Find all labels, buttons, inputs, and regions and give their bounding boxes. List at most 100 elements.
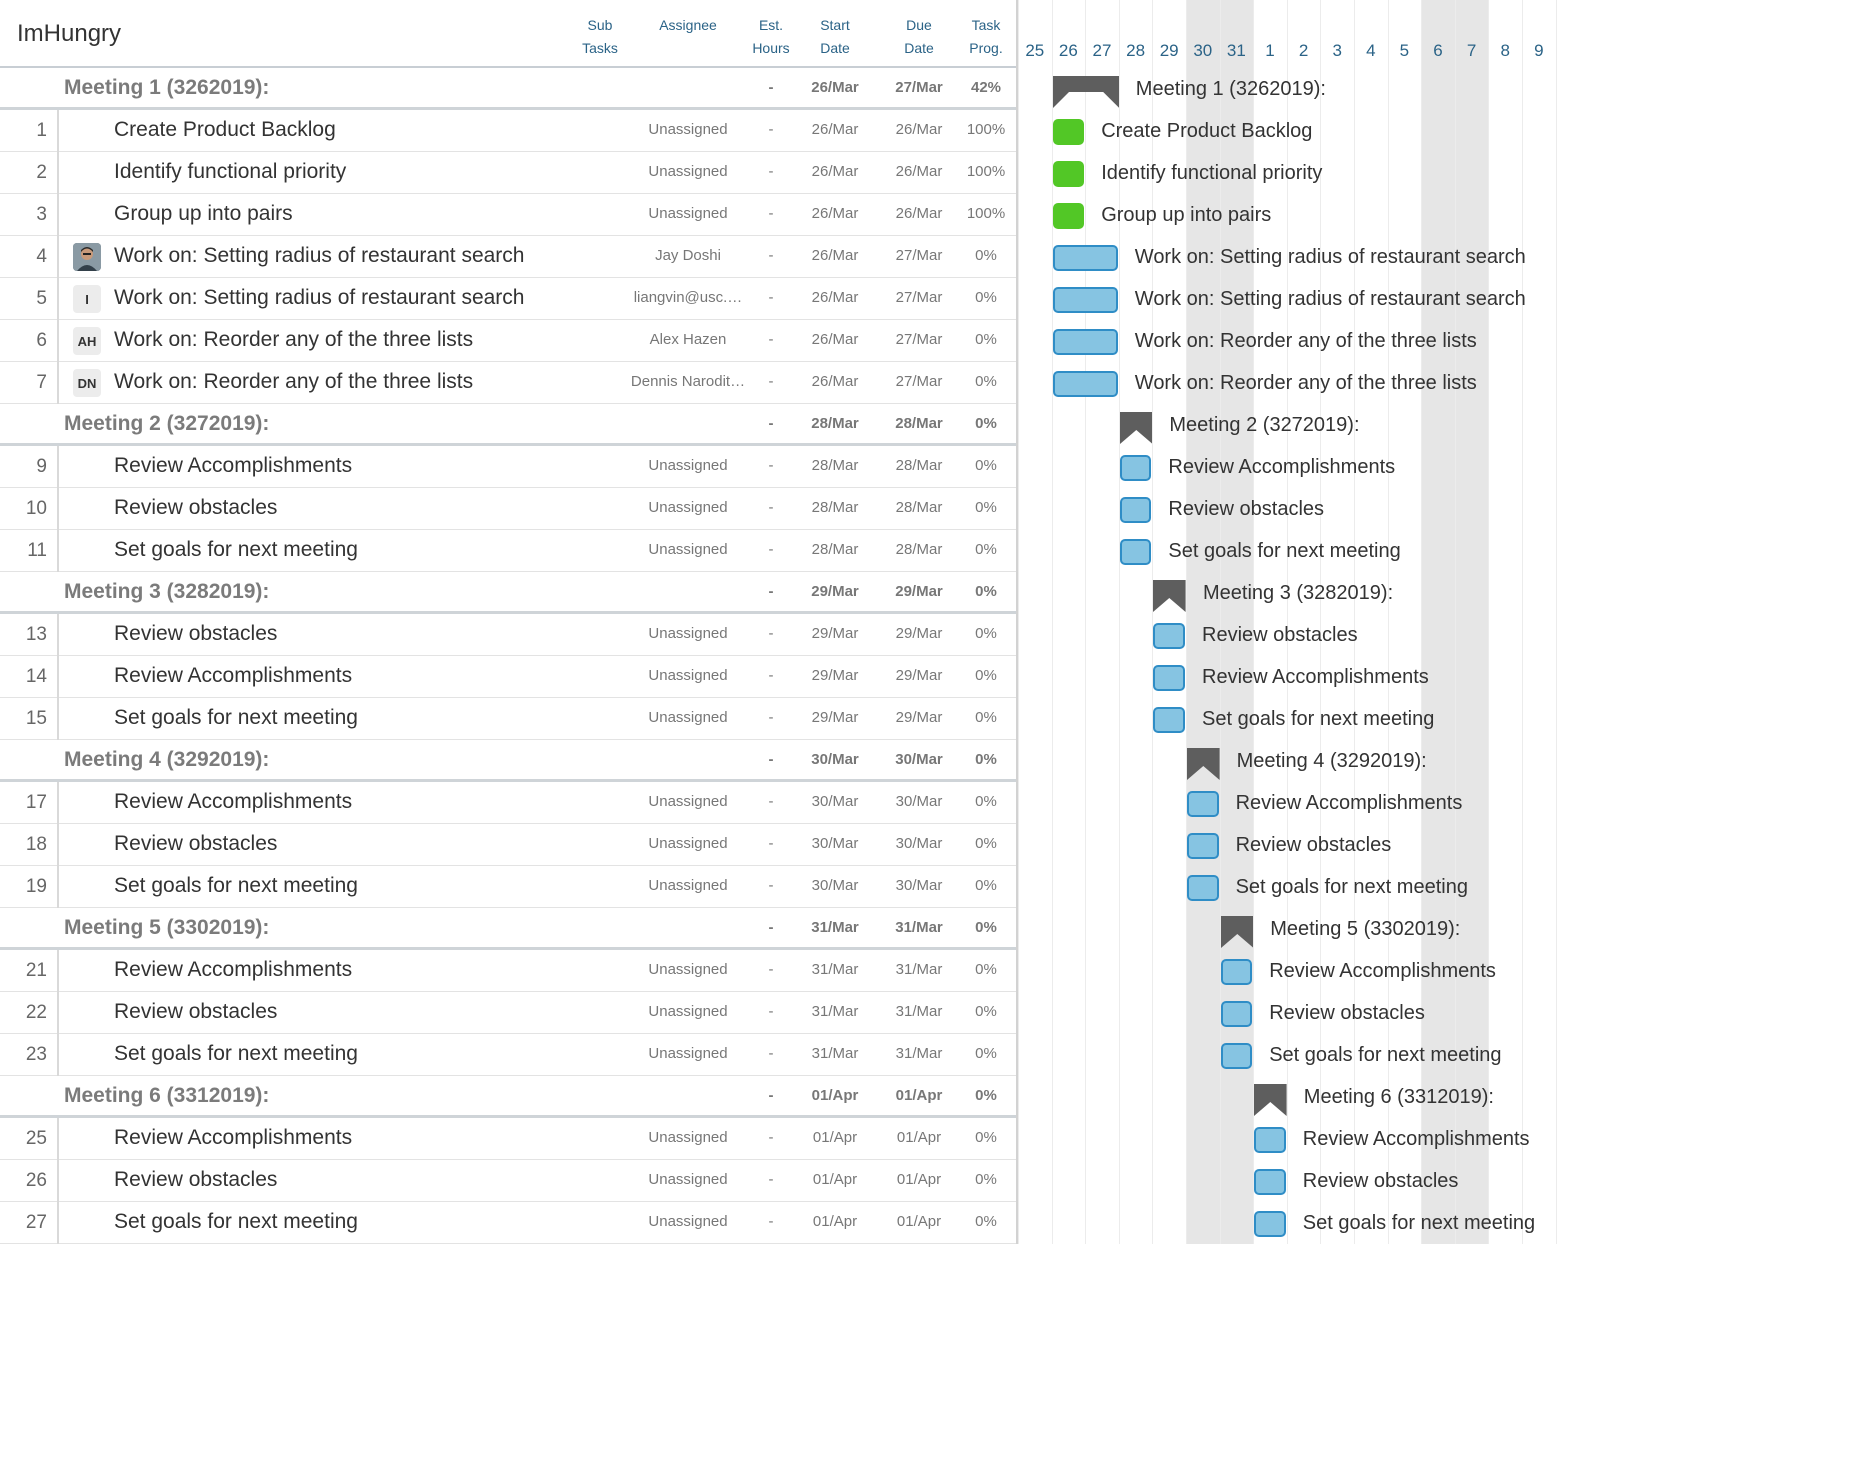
start-date-cell[interactable]: 29/Mar	[800, 625, 870, 642]
progress-cell[interactable]: 0%	[956, 331, 1016, 348]
due-date-cell[interactable]: 29/Mar	[884, 625, 954, 642]
start-date-cell[interactable]: 26/Mar	[800, 289, 870, 306]
hours-cell[interactable]: -	[752, 667, 790, 684]
avatar[interactable]: DN	[73, 369, 101, 397]
task-bar[interactable]	[1220, 959, 1253, 985]
table-row[interactable]: 7 DN Work on: Reorder any of the three lis…	[0, 362, 1016, 404]
due-date-cell[interactable]: 28/Mar	[884, 415, 954, 432]
hours-cell[interactable]: -	[752, 709, 790, 726]
group-row[interactable]: Meeting 3 (3282019): -29/Mar 29/Mar 0%	[0, 572, 1016, 614]
table-row[interactable]: 6 AH Work on: Reorder any of the three lis…	[0, 320, 1016, 362]
task-name[interactable]: Set goals for next meeting	[114, 1042, 358, 1066]
group-name[interactable]: Meeting 5 (3302019):	[64, 916, 269, 940]
progress-cell[interactable]: 42%	[956, 79, 1016, 96]
progress-cell[interactable]: 100%	[956, 121, 1016, 138]
start-date-cell[interactable]: 29/Mar	[800, 583, 870, 600]
start-date-cell[interactable]: 26/Mar	[800, 79, 870, 96]
table-row[interactable]: 23 Set goals for next meeting Unassigned -3…	[0, 1034, 1016, 1076]
task-bar[interactable]	[1254, 1211, 1286, 1237]
hours-cell[interactable]: -	[752, 877, 790, 894]
hours-cell[interactable]: -	[752, 793, 790, 810]
column-header-progress[interactable]: Task Prog.	[956, 14, 1016, 60]
table-row[interactable]: 26 Review obstacles Unassigned -01/Apr 01/Ap…	[0, 1160, 1016, 1202]
task-bar[interactable]	[1119, 539, 1152, 565]
due-date-cell[interactable]: 30/Mar	[884, 793, 954, 810]
task-name[interactable]: Review Accomplishments	[114, 1126, 352, 1150]
table-row[interactable]: 25 Review Accomplishments Unassigned -01/Ap…	[0, 1118, 1016, 1160]
due-date-cell[interactable]: 31/Mar	[884, 961, 954, 978]
task-name[interactable]: Review Accomplishments	[114, 454, 352, 478]
progress-cell[interactable]: 0%	[956, 499, 1016, 516]
table-row[interactable]: 19 Set goals for next meeting Unassigned -3…	[0, 866, 1016, 908]
due-date-cell[interactable]: 29/Mar	[884, 667, 954, 684]
start-date-cell[interactable]: 30/Mar	[800, 877, 870, 894]
assignee-cell[interactable]: Alex Hazen	[630, 331, 746, 348]
column-header-assignee[interactable]: Assignee	[630, 14, 746, 37]
assignee-cell[interactable]: Dennis Narodit…	[630, 373, 746, 390]
start-date-cell[interactable]: 26/Mar	[800, 373, 870, 390]
group-row[interactable]: Meeting 5 (3302019): -31/Mar 31/Mar 0%	[0, 908, 1016, 950]
assignee-cell[interactable]: Unassigned	[630, 205, 746, 222]
task-bar[interactable]	[1153, 707, 1185, 733]
task-bar[interactable]	[1052, 203, 1085, 229]
task-bar[interactable]	[1052, 245, 1118, 271]
start-date-cell[interactable]: 31/Mar	[800, 919, 870, 936]
group-name[interactable]: Meeting 4 (3292019):	[64, 748, 269, 772]
hours-cell[interactable]: -	[752, 163, 790, 180]
progress-cell[interactable]: 0%	[956, 625, 1016, 642]
start-date-cell[interactable]: 01/Apr	[800, 1087, 870, 1104]
hours-cell[interactable]: -	[752, 961, 790, 978]
assignee-cell[interactable]: Unassigned	[630, 121, 746, 138]
hours-cell[interactable]: -	[752, 247, 790, 264]
progress-cell[interactable]: 0%	[956, 373, 1016, 390]
hours-cell[interactable]: -	[752, 919, 790, 936]
hours-cell[interactable]: -	[752, 835, 790, 852]
due-date-cell[interactable]: 26/Mar	[884, 205, 954, 222]
assignee-cell[interactable]: Unassigned	[630, 499, 746, 516]
start-date-cell[interactable]: 26/Mar	[800, 121, 870, 138]
task-bar[interactable]	[1052, 329, 1118, 355]
task-name[interactable]: Set goals for next meeting	[114, 874, 358, 898]
due-date-cell[interactable]: 01/Apr	[884, 1129, 954, 1146]
task-bar[interactable]	[1254, 1169, 1286, 1195]
task-bar[interactable]	[1153, 623, 1185, 649]
summary-bar[interactable]	[1187, 748, 1220, 780]
hours-cell[interactable]: -	[752, 1129, 790, 1146]
table-row[interactable]: 2 Identify functional priority Unassigned -…	[0, 152, 1016, 194]
due-date-cell[interactable]: 30/Mar	[884, 877, 954, 894]
table-row[interactable]: 9 Review Accomplishments Unassigned -28/Mar…	[0, 446, 1016, 488]
due-date-cell[interactable]: 31/Mar	[884, 919, 954, 936]
hours-cell[interactable]: -	[752, 415, 790, 432]
task-bar[interactable]	[1220, 1043, 1253, 1069]
due-date-cell[interactable]: 27/Mar	[884, 79, 954, 96]
task-name[interactable]: Review obstacles	[114, 832, 277, 856]
progress-cell[interactable]: 0%	[956, 457, 1016, 474]
table-row[interactable]: 3 Group up into pairs Unassigned -26/Mar 26/…	[0, 194, 1016, 236]
assignee-cell[interactable]: Unassigned	[630, 1045, 746, 1062]
due-date-cell[interactable]: 27/Mar	[884, 331, 954, 348]
task-name[interactable]: Review Accomplishments	[114, 958, 352, 982]
assignee-cell[interactable]: Unassigned	[630, 625, 746, 642]
due-date-cell[interactable]: 27/Mar	[884, 373, 954, 390]
column-header-subtasks[interactable]: Sub Tasks	[570, 14, 630, 60]
table-row[interactable]: 27 Set goals for next meeting Unassigned -0…	[0, 1202, 1016, 1244]
task-name[interactable]: Review obstacles	[114, 1168, 277, 1192]
hours-cell[interactable]: -	[752, 1087, 790, 1104]
assignee-cell[interactable]: Unassigned	[630, 1129, 746, 1146]
group-name[interactable]: Meeting 3 (3282019):	[64, 580, 269, 604]
summary-bar[interactable]	[1254, 1084, 1287, 1116]
task-bar[interactable]	[1187, 833, 1219, 859]
task-name[interactable]: Work on: Reorder any of the three lists	[114, 328, 473, 352]
column-header-hours[interactable]: Est. Hours	[752, 14, 790, 60]
start-date-cell[interactable]: 30/Mar	[800, 835, 870, 852]
progress-cell[interactable]: 0%	[956, 1087, 1016, 1104]
summary-bar[interactable]	[1119, 412, 1153, 444]
due-date-cell[interactable]: 26/Mar	[884, 163, 954, 180]
hours-cell[interactable]: -	[752, 1213, 790, 1230]
start-date-cell[interactable]: 28/Mar	[800, 457, 870, 474]
task-name[interactable]: Review obstacles	[114, 1000, 277, 1024]
start-date-cell[interactable]: 28/Mar	[800, 541, 870, 558]
task-name[interactable]: Identify functional priority	[114, 160, 346, 184]
progress-cell[interactable]: 0%	[956, 877, 1016, 894]
due-date-cell[interactable]: 31/Mar	[884, 1045, 954, 1062]
